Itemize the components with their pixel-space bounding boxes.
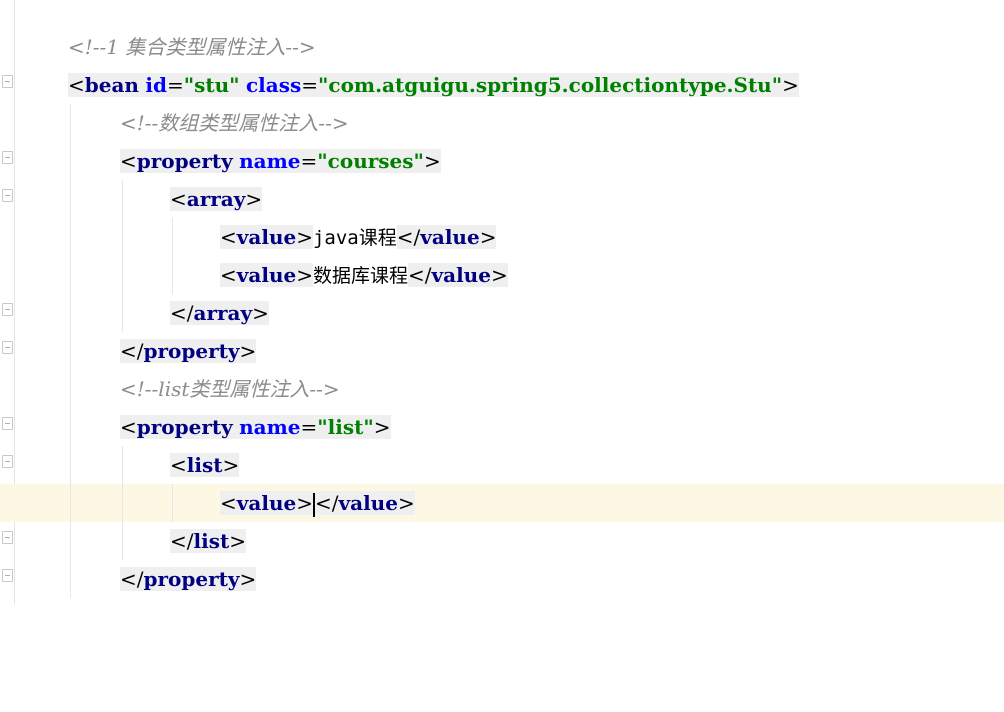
array-tag: <array> [170,187,263,211]
indent-guide [70,332,71,370]
indent-guide [70,522,71,560]
value-element: <value>数据库课程</value> [220,263,508,287]
indent-guide [70,256,71,294]
code-line[interactable]: </list> [0,522,1004,560]
code-line[interactable]: </property> [0,560,1004,598]
indent-guide [172,484,173,522]
value-element: <value>java课程</value> [220,225,497,249]
xml-comment: <!--数组类型属性注入--> [120,111,349,135]
code-line[interactable]: <list> [0,446,1004,484]
code-line[interactable]: <property name="list"> [0,408,1004,446]
xml-comment: <!--list类型属性注入--> [120,377,340,401]
current-line[interactable]: <value> </value> [0,484,1004,522]
indent-guide [70,408,71,446]
indent-guide [70,142,71,180]
indent-guide [172,218,173,256]
code-line[interactable]: <value>java课程</value> [0,218,1004,256]
list-tag: <list> [170,453,240,477]
value-element: <value> </value> [220,491,415,517]
code-line[interactable]: <!--list类型属性注入--> [0,370,1004,408]
indent-guide [122,446,123,484]
xml-comment: <!--1 集合类型属性注入--> [68,35,316,59]
list-close-tag: </list> [170,529,246,553]
indent-guide [122,218,123,256]
array-close-tag: </array> [170,301,269,325]
code-line[interactable]: </property> [0,332,1004,370]
bean-tag: <bean id="stu" class="com.atguigu.spring… [68,73,799,97]
indent-guide [122,180,123,218]
indent-guide [70,484,71,522]
code-editor[interactable]: <!--1 集合类型属性注入--> <bean id="stu" class="… [0,0,1004,604]
property-tag: <property name="courses"> [120,149,441,173]
property-tag: <property name="list"> [120,415,391,439]
indent-guide [172,256,173,294]
code-line[interactable]: <property name="courses"> [0,142,1004,180]
indent-guide [70,446,71,484]
property-close-tag: </property> [120,339,257,363]
indent-guide [122,294,123,332]
indent-guide [70,180,71,218]
indent-guide [70,560,71,598]
indent-guide [70,218,71,256]
code-line[interactable]: <value>数据库课程</value> [0,256,1004,294]
property-close-tag: </property> [120,567,257,591]
indent-guide [70,104,71,142]
code-line[interactable]: </array> [0,294,1004,332]
code-line[interactable]: <bean id="stu" class="com.atguigu.spring… [0,66,1004,104]
indent-guide [70,294,71,332]
code-line[interactable]: <!--1 集合类型属性注入--> [0,28,1004,66]
indent-guide [122,484,123,522]
indent-guide [70,370,71,408]
code-line[interactable]: <array> [0,180,1004,218]
code-line[interactable]: <!--数组类型属性注入--> [0,104,1004,142]
indent-guide [122,256,123,294]
indent-guide [122,522,123,560]
